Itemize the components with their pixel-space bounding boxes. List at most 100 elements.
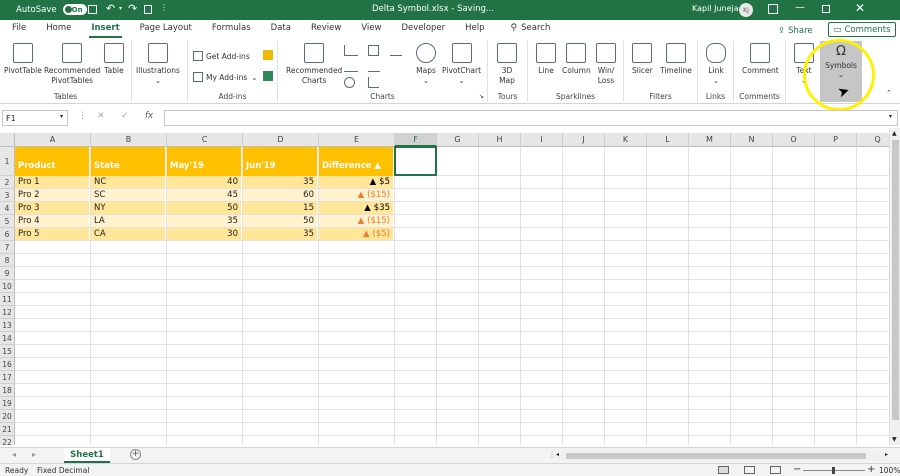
table-cell[interactable]: Pro 3 <box>15 202 90 214</box>
vertical-scrollbar[interactable]: ▲ ▼ <box>889 128 900 445</box>
normal-view-icon[interactable] <box>718 466 729 474</box>
table-cell[interactable]: 50 <box>167 202 242 214</box>
vertical-scroll-thumb[interactable] <box>892 140 899 420</box>
recommended-pivottables-button[interactable]: Recommended PivotTables <box>44 43 100 85</box>
maps-button[interactable]: Maps ⌄ <box>416 43 436 85</box>
table-cell[interactable]: 35 <box>243 176 318 188</box>
table-cell[interactable]: ▲ ($15) <box>319 215 394 227</box>
waterfall-chart-icon[interactable] <box>368 61 380 72</box>
table-cell[interactable]: SC <box>91 189 166 201</box>
table-cell[interactable]: Pro 2 <box>15 189 90 201</box>
redo-icon[interactable]: ↷ <box>128 2 137 15</box>
tab-view[interactable]: View <box>351 20 391 39</box>
row-header-11[interactable]: 11 <box>0 293 15 306</box>
my-addins-button[interactable]: My Add-ins ⌄ <box>193 72 258 82</box>
scroll-right-icon[interactable]: ▸ <box>885 451 888 458</box>
tab-review[interactable]: Review <box>301 20 351 39</box>
row-header-5[interactable]: 5 <box>0 215 15 228</box>
column-chart-icon[interactable] <box>344 45 358 56</box>
pie-chart-icon[interactable] <box>344 77 355 88</box>
row-header-6[interactable]: 6 <box>0 228 15 241</box>
table-cell[interactable]: Pro 4 <box>15 215 90 227</box>
table-header-cell[interactable]: State <box>91 147 166 176</box>
row-header-15[interactable]: 15 <box>0 345 15 358</box>
tab-help[interactable]: Help <box>455 20 494 39</box>
save-icon[interactable] <box>88 5 97 14</box>
table-header-cell[interactable]: May'19 <box>167 147 242 176</box>
table-cell[interactable]: NY <box>91 202 166 214</box>
recommended-charts-button[interactable]: Recommended Charts <box>286 43 342 85</box>
row-header-4[interactable]: 4 <box>0 202 15 215</box>
table-cell[interactable]: ▲ $35 <box>319 202 394 214</box>
autosave-toggle[interactable]: On <box>62 4 87 15</box>
row-header-7[interactable]: 7 <box>0 241 15 254</box>
name-box-dropdown-icon[interactable]: ▾ <box>60 113 63 120</box>
table-button[interactable]: Table <box>104 43 124 76</box>
column-header-i[interactable]: I <box>521 133 563 147</box>
slicer-button[interactable]: Slicer <box>632 43 653 76</box>
cancel-entry-icon[interactable]: ✕ <box>97 111 105 121</box>
undo-icon[interactable]: ↶ <box>106 2 115 15</box>
select-all-corner[interactable] <box>0 133 15 147</box>
table-header-cell[interactable]: Product <box>15 147 90 176</box>
row-header-8[interactable]: 8 <box>0 254 15 267</box>
row-header-2[interactable]: 2 <box>0 176 15 189</box>
active-cell-selection[interactable] <box>394 146 437 176</box>
illustrations-button[interactable]: Illustrations ⌄ <box>136 43 180 85</box>
table-header-cell[interactable]: Difference ▲ <box>319 147 394 176</box>
tab-page-layout[interactable]: Page Layout <box>130 20 202 39</box>
get-addins-button[interactable]: Get Add-ins <box>193 51 250 61</box>
horizontal-scroll-thumb[interactable] <box>566 453 866 459</box>
row-header-9[interactable]: 9 <box>0 267 15 280</box>
row-header-3[interactable]: 3 <box>0 189 15 202</box>
table-cell[interactable]: Pro 1 <box>15 176 90 188</box>
row-header-16[interactable]: 16 <box>0 358 15 371</box>
row-header-12[interactable]: 12 <box>0 306 15 319</box>
column-header-b[interactable]: B <box>91 133 167 147</box>
row-header-1[interactable]: 1 <box>0 147 15 176</box>
line-chart-icon[interactable] <box>344 61 358 72</box>
sparkline-line-button[interactable]: Line <box>536 43 556 76</box>
statistic-chart-icon[interactable] <box>390 45 402 56</box>
column-header-q[interactable]: Q <box>857 133 889 147</box>
page-layout-view-icon[interactable] <box>744 466 755 474</box>
worksheet-grid[interactable]: A B C D E F G H I J K L M N O P Q 1 2 3 4 5 6 7 8 9 10 11 12 13 14 15 16… <box>0 133 889 445</box>
tab-home[interactable]: Home <box>36 20 81 39</box>
column-header-d[interactable]: D <box>243 133 319 147</box>
expand-formula-bar-icon[interactable]: ▾ <box>889 113 892 120</box>
pivottable-button[interactable]: PivotTable <box>4 43 42 76</box>
column-header-f[interactable]: F <box>395 133 437 147</box>
restore-icon[interactable] <box>822 5 830 13</box>
column-header-o[interactable]: O <box>773 133 815 147</box>
column-header-k[interactable]: K <box>605 133 647 147</box>
column-header-p[interactable]: P <box>815 133 857 147</box>
column-header-m[interactable]: M <box>689 133 731 147</box>
autosave-control[interactable]: AutoSave On <box>16 4 87 15</box>
insert-function-icon[interactable]: fx <box>145 111 153 121</box>
row-header-13[interactable]: 13 <box>0 319 15 332</box>
table-cell[interactable]: LA <box>91 215 166 227</box>
column-header-a[interactable]: A <box>15 133 91 147</box>
format-painter-icon[interactable] <box>144 5 152 14</box>
sheet-tab-sheet1[interactable]: Sheet1 <box>64 448 110 463</box>
name-box[interactable]: F1 <box>2 110 68 126</box>
column-header-e[interactable]: E <box>319 133 395 147</box>
table-cell[interactable]: 45 <box>167 189 242 201</box>
tab-developer[interactable]: Developer <box>391 20 455 39</box>
table-cell[interactable]: 30 <box>167 228 242 240</box>
scatter-chart-icon[interactable] <box>368 77 379 88</box>
confirm-entry-icon[interactable]: ✓ <box>121 111 129 121</box>
row-header-20[interactable]: 20 <box>0 410 15 423</box>
3d-map-button[interactable]: 3D Map <box>497 43 517 85</box>
scroll-left-icon[interactable]: ◂ <box>556 451 559 458</box>
people-graph-icon[interactable] <box>263 71 273 81</box>
table-cell[interactable]: 60 <box>243 189 318 201</box>
sparkline-winloss-button[interactable]: Win/ Loss <box>596 43 616 85</box>
table-header-cell[interactable]: Jun'19 <box>243 147 318 176</box>
column-header-h[interactable]: H <box>479 133 521 147</box>
user-avatar[interactable]: KJ <box>739 3 753 17</box>
table-cell[interactable]: CA <box>91 228 166 240</box>
zoom-in-icon[interactable]: + <box>867 464 875 475</box>
ribbon-display-options-icon[interactable] <box>768 4 778 14</box>
zoom-slider-thumb[interactable] <box>832 467 835 474</box>
